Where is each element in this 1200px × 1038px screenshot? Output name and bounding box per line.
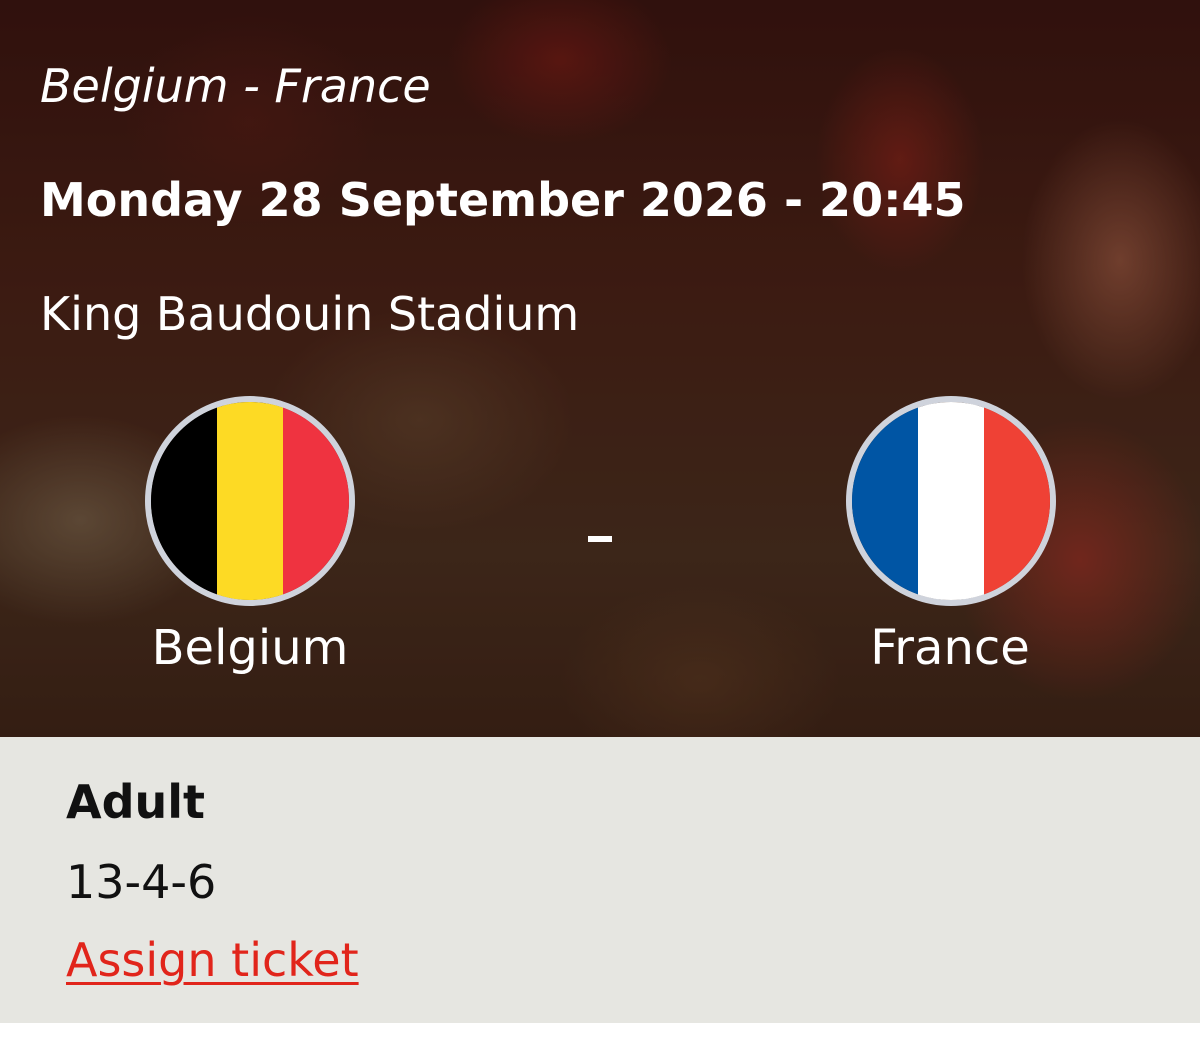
match-banner: Belgium - France Monday 28 September 202… xyxy=(0,0,1200,737)
match-title: Belgium - France xyxy=(40,59,431,113)
belgium-flag-icon xyxy=(145,396,355,606)
match-venue: King Baudouin Stadium xyxy=(40,287,580,341)
flag-stripe xyxy=(984,402,1050,600)
match-datetime: Monday 28 September 2026 - 20:45 xyxy=(40,173,966,227)
match-banner-content: Belgium - France Monday 28 September 202… xyxy=(0,0,1200,737)
flag-stripe xyxy=(852,402,918,600)
flag-stripe xyxy=(918,402,984,600)
assign-ticket-link[interactable]: Assign ticket xyxy=(66,930,359,990)
ticket-type: Adult xyxy=(66,775,206,829)
flag-stripe xyxy=(151,402,217,600)
flag-stripe xyxy=(217,402,283,600)
away-team-name: France xyxy=(870,620,1030,676)
versus-separator xyxy=(588,536,612,542)
ticket-page: Belgium - France Monday 28 September 202… xyxy=(0,0,1200,1038)
flag-stripe xyxy=(283,402,349,600)
home-team-name: Belgium xyxy=(151,620,349,676)
france-flag-icon xyxy=(846,396,1056,606)
ticket-seat: 13-4-6 xyxy=(66,855,217,909)
